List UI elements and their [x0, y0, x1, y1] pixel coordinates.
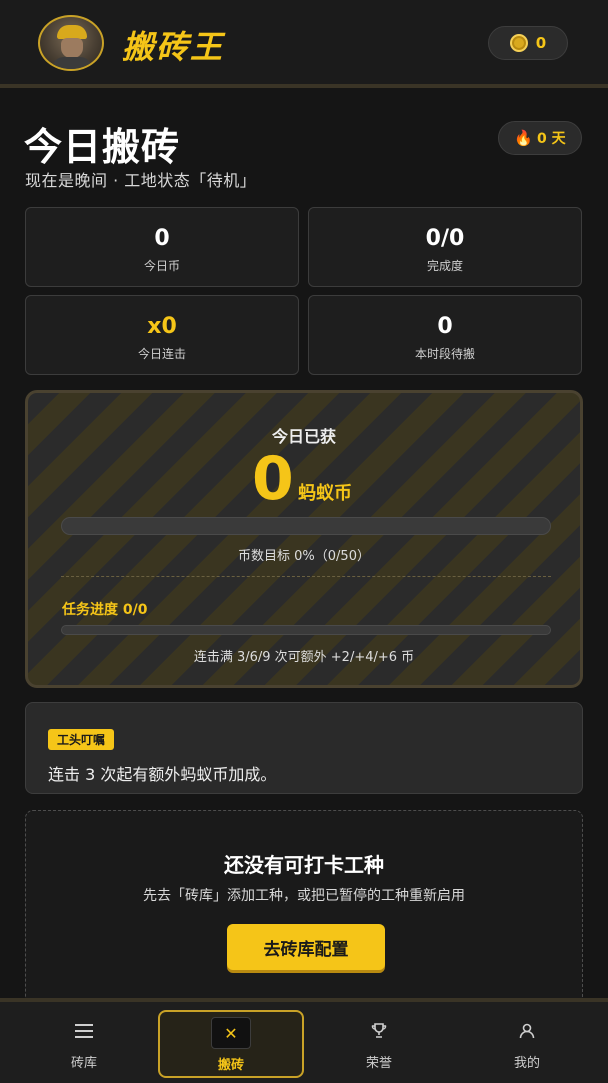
- helmet-shape: [57, 25, 87, 39]
- stat-label: 今日币: [143, 259, 180, 273]
- streak-count: 0 天: [537, 131, 566, 147]
- configure-brick-library-button[interactable]: 去砖库配置: [227, 924, 385, 970]
- streak-badge[interactable]: 🔥 0 天: [498, 121, 582, 155]
- nav-item-profile[interactable]: 我的: [454, 1010, 600, 1078]
- nav-item-honors[interactable]: 荣誉: [306, 1010, 452, 1078]
- empty-state-title: 还没有可打卡工种: [224, 853, 384, 877]
- nav-label: 搬砖: [217, 1058, 244, 1073]
- brick-icon: ✕: [211, 1017, 251, 1049]
- task-progress-bar: [61, 625, 551, 635]
- stat-today-coins: 0 今日币: [25, 207, 299, 287]
- user-icon: [519, 1023, 535, 1039]
- coin-goal-text: 币数目标 0%（0/50）: [238, 549, 370, 564]
- tip-badge: 工头叮嘱: [48, 729, 115, 750]
- earnings-amount: 0: [252, 444, 294, 514]
- earnings-unit: 蚂蚁币: [298, 483, 352, 504]
- nav-item-move-bricks[interactable]: ✕ 搬砖: [158, 1010, 304, 1078]
- nav-label: 荣誉: [365, 1056, 392, 1071]
- avatar[interactable]: [38, 15, 104, 71]
- empty-state-card: 还没有可打卡工种 先去「砖库」添加工种，或把已暂停的工种重新启用 去砖库配置: [25, 810, 583, 1010]
- app-header: 搬砖王 0: [0, 0, 608, 88]
- combo-bonus-text: 连击满 3/6/9 次可额外 +2/+4/+6 币: [193, 650, 415, 665]
- stat-label: 今日连击: [137, 347, 186, 361]
- stat-label: 完成度: [426, 259, 463, 273]
- stat-value: x0: [147, 314, 177, 339]
- stat-value: 0: [154, 226, 170, 251]
- coin-balance[interactable]: 0: [488, 26, 568, 60]
- site-status: 现在是晚间 · 工地状态「待机」: [25, 171, 257, 190]
- body-shape: [52, 57, 92, 69]
- earnings-card: 今日已获 0 蚂蚁币 币数目标 0%（0/50） 任务进度 0/0 连击满 3/…: [25, 390, 583, 688]
- trophy-icon: [371, 1023, 387, 1038]
- stat-value: 0: [437, 314, 453, 339]
- empty-state-description: 先去「砖库」添加工种，或把已暂停的工种重新启用: [143, 888, 465, 904]
- face-shape: [61, 38, 83, 58]
- earnings-label: 今日已获: [271, 427, 336, 446]
- coin-goal-progress-bar: [61, 517, 551, 535]
- tip-text: 连击 3 次起有额外蚂蚁币加成。: [48, 765, 277, 784]
- nav-label: 砖库: [70, 1056, 97, 1071]
- stat-label: 本时段待搬: [414, 347, 475, 361]
- nav-item-brick-library[interactable]: 砖库: [11, 1010, 157, 1078]
- menu-icon: [75, 1024, 93, 1038]
- divider: [61, 576, 551, 577]
- stat-pending: 0 本时段待搬: [308, 295, 582, 375]
- app-title: 搬砖王: [122, 28, 225, 66]
- coin-icon: [509, 34, 528, 52]
- page-title: 今日搬砖: [24, 125, 181, 169]
- stat-combo: x0 今日连击: [25, 295, 299, 375]
- nav-label: 我的: [513, 1056, 540, 1071]
- bottom-nav: 砖库 ✕ 搬砖 荣誉 我的: [0, 998, 608, 1083]
- stat-value: 0/0: [425, 226, 465, 251]
- flame-icon: 🔥: [514, 129, 534, 147]
- stat-completion: 0/0 完成度: [308, 207, 582, 287]
- task-progress-label: 任务进度 0/0: [62, 602, 148, 618]
- coin-count: 0: [535, 34, 547, 52]
- foreman-tip-card: 工头叮嘱 连击 3 次起有额外蚂蚁币加成。: [25, 702, 583, 794]
